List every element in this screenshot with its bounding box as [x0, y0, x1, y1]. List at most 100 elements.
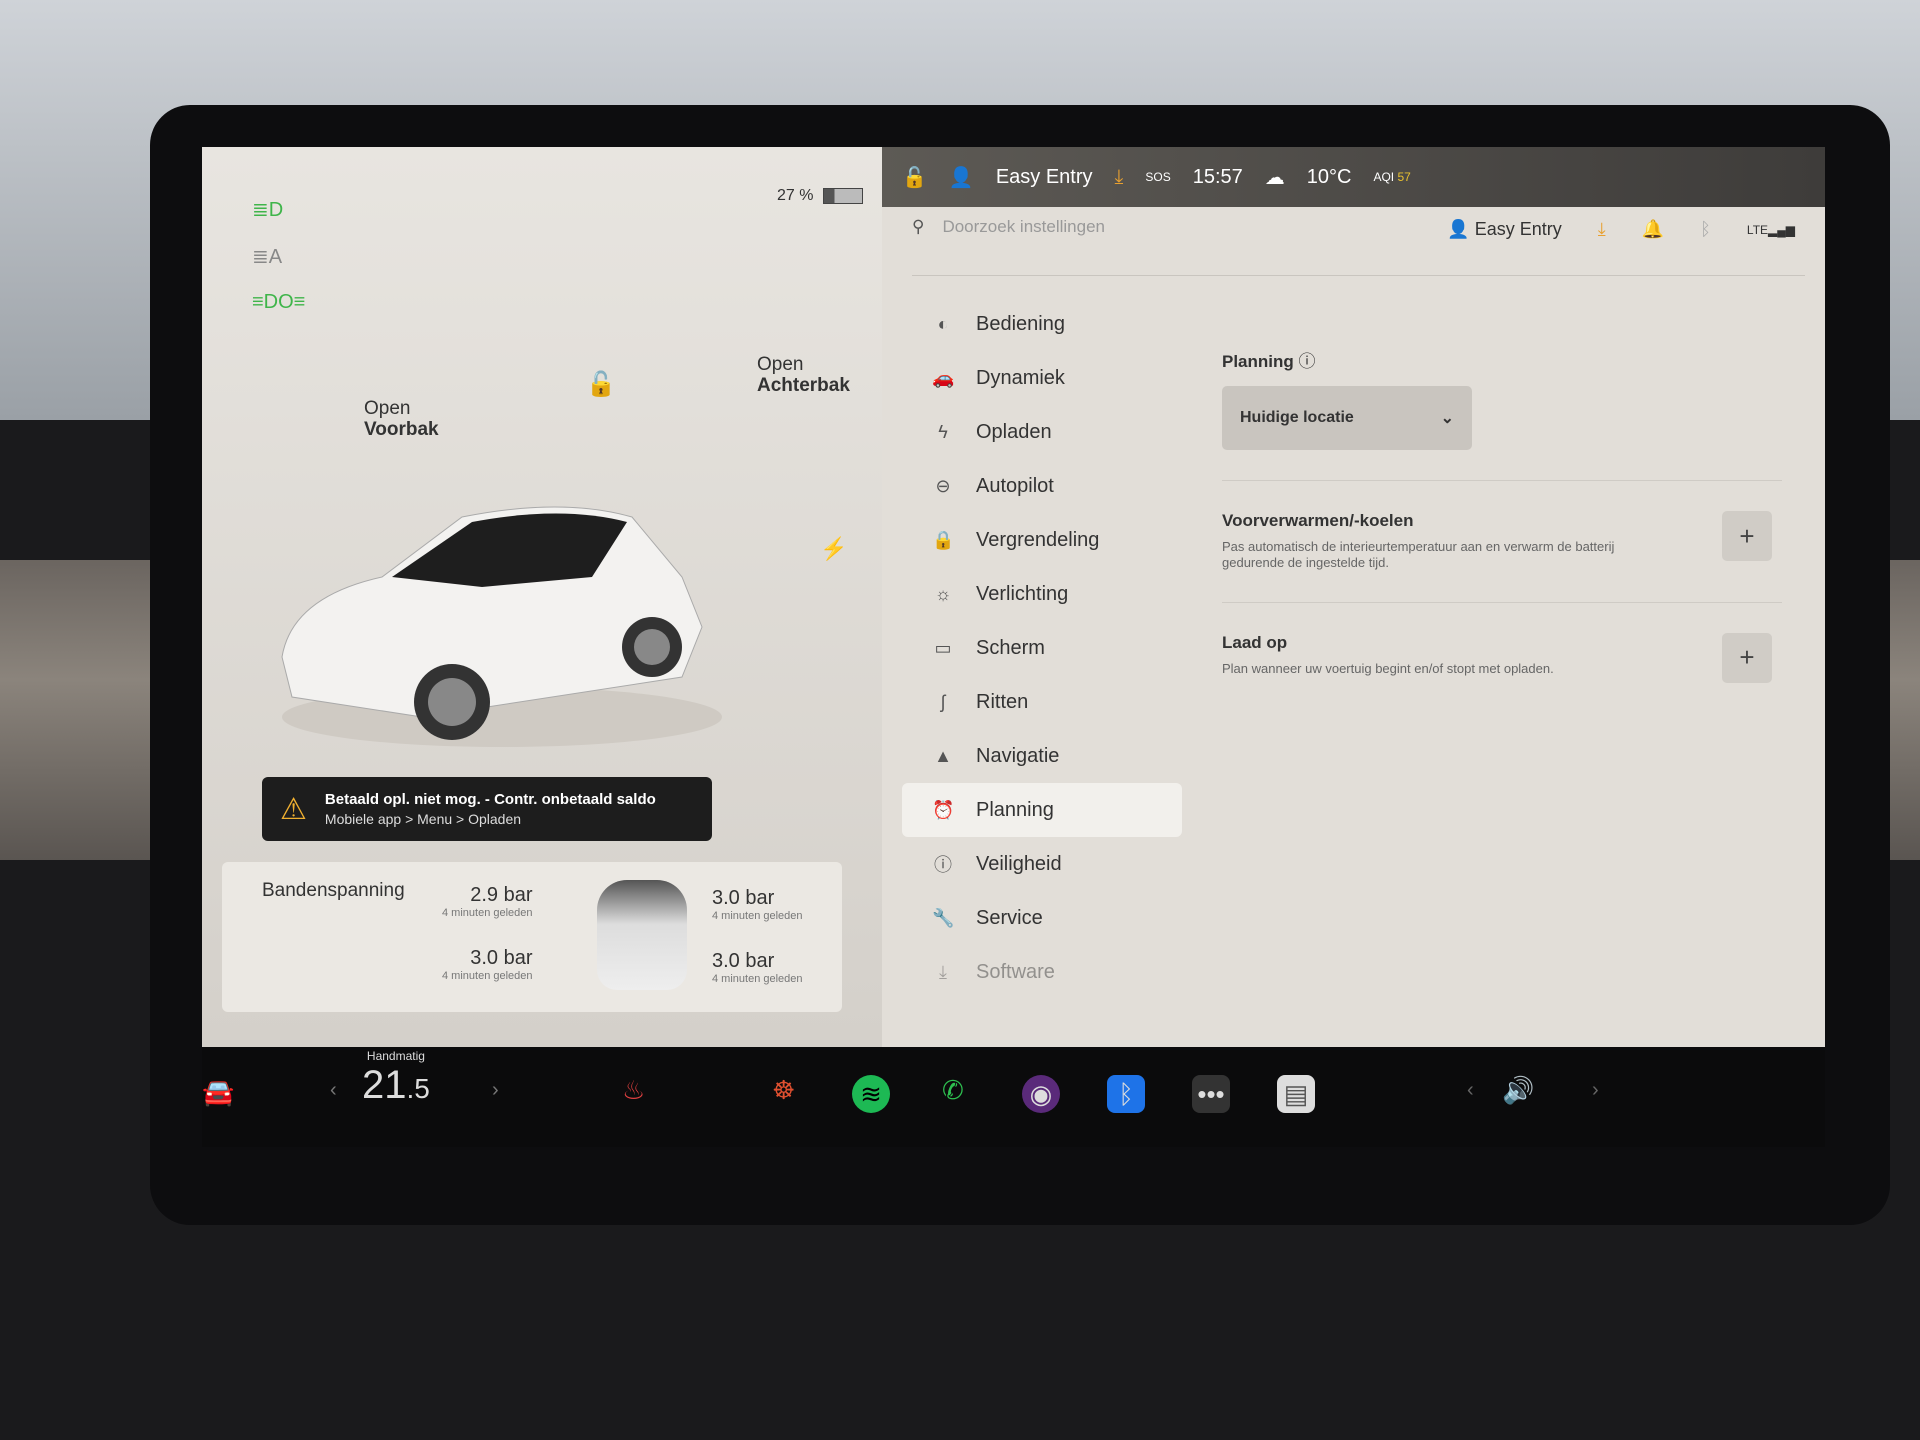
charge-port-icon[interactable]: ⚡ — [820, 536, 847, 561]
planning-heading: Planning ⓘ — [1222, 347, 1782, 372]
battery-icon — [823, 188, 864, 204]
display-icon: ▭ — [934, 637, 952, 658]
aqi-label: AQI — [1373, 170, 1395, 184]
precondition-title: Voorverwarmen/-koelen — [1222, 511, 1414, 530]
light-indicators: ≣D ≣A ≡DO≡ — [252, 197, 305, 314]
add-charge-button[interactable]: + — [1722, 632, 1772, 683]
menu-item-label: Vergrendeling — [976, 528, 1100, 551]
volume-up-chevron-icon[interactable]: › — [1592, 1079, 1599, 1102]
unlock-icon[interactable]: 🔓 — [586, 371, 616, 398]
bluetooth-icon[interactable]: ᛒ — [1700, 219, 1711, 240]
menu-item-ritten[interactable]: ʃ Ritten — [902, 675, 1182, 729]
status-bar: 🔓 👤 Easy Entry ⤓ SOS 15:57 ☁ 10°C AQI 57 — [882, 147, 1825, 207]
open-trunk-button[interactable]: Open Achterbak — [757, 354, 850, 397]
charging-alert[interactable]: ⚠ Betaald opl. niet mog. - Contr. onbeta… — [262, 777, 712, 841]
menu-item-label: Bediening — [976, 312, 1065, 335]
location-dropdown[interactable]: Huidige locatie ⌄ — [1222, 386, 1472, 450]
tire-value: 3.0 bar — [712, 950, 775, 972]
settings-search[interactable]: ⚲ Doorzoek instellingen — [912, 217, 1105, 237]
menu-item-opladen[interactable]: ϟ Opladen — [902, 405, 1182, 459]
car-image — [281, 506, 722, 747]
temp-down-chevron-icon[interactable]: ‹ — [330, 1079, 337, 1102]
menu-item-planning[interactable]: ⏰ Planning — [902, 783, 1182, 837]
lock-status-icon[interactable]: 🔓 — [902, 165, 927, 190]
tire-front-left: 2.9 bar 4 minuten geleden — [442, 884, 533, 919]
charge-desc: Plan wanneer uw voertuig begint en/of st… — [1222, 660, 1554, 676]
driver-profile-button[interactable]: 👤 Easy Entry — [1447, 219, 1561, 240]
trunk-open-label: Open — [757, 354, 804, 375]
menu-item-software[interactable]: ⤓ Software — [902, 945, 1182, 999]
bolt-icon: ϟ — [938, 421, 948, 442]
precondition-row: Voorverwarmen/-koelen Pas automatisch de… — [1222, 511, 1782, 572]
aqi-value: 57 — [1397, 170, 1411, 184]
camera-icon[interactable]: ◉ — [1022, 1075, 1060, 1113]
car-panel: ≣D ≣A ≡DO≡ 27 % Open Voorbak Open Achter… — [202, 147, 882, 1047]
tire-age: 4 minuten geleden — [442, 907, 533, 919]
battery-status: 27 % — [777, 187, 864, 205]
menu-item-dynamiek[interactable]: 🚗 Dynamiek — [902, 351, 1182, 405]
menu-item-navigatie[interactable]: ▲ Navigatie — [902, 729, 1182, 783]
trunk-label: Achterbak — [757, 374, 850, 396]
menu-item-service[interactable]: 🔧 Service — [902, 891, 1182, 945]
menu-item-label: Autopilot — [976, 474, 1054, 497]
volume-down-chevron-icon[interactable]: ‹ — [1467, 1079, 1474, 1102]
menu-item-bediening[interactable]: ◐ Bediening — [902, 297, 1182, 351]
location-value: Huidige locatie — [1240, 409, 1354, 426]
planning-content: Planning ⓘ Huidige locatie ⌄ Voorverwarm… — [1222, 347, 1782, 683]
settings-panel: 🔓 👤 Easy Entry ⤓ SOS 15:57 ☁ 10°C AQI 57… — [882, 147, 1825, 1047]
seat-heater-icon[interactable]: ♨ — [622, 1075, 645, 1106]
steering-heater-icon[interactable]: ☸ — [772, 1075, 795, 1106]
parking-lights-icon: ≡DO≡ — [252, 291, 306, 313]
menu-item-veiligheid[interactable]: ⓘ Veiligheid — [902, 837, 1182, 891]
menu-item-label: Planning — [976, 798, 1054, 821]
battery-percent: 27 % — [777, 187, 814, 204]
alert-subtitle: Mobiele app > Menu > Opladen — [324, 811, 522, 827]
navigation-icon: ▲ — [934, 745, 952, 766]
bell-icon[interactable]: 🔔 — [1642, 219, 1664, 240]
car-icon: 🚗 — [932, 367, 955, 388]
sun-icon: ☼ — [934, 583, 952, 604]
tire-age: 4 minuten geleden — [712, 973, 803, 985]
search-icon: ⚲ — [912, 217, 925, 236]
temp-up-chevron-icon[interactable]: › — [492, 1079, 499, 1102]
menu-item-vergrendeling[interactable]: 🔒 Vergrendeling — [902, 513, 1182, 567]
tire-front-right: 3.0 bar 4 minuten geleden — [712, 887, 803, 922]
menu-item-scherm[interactable]: ▭ Scherm — [902, 621, 1182, 675]
status-profile[interactable]: Easy Entry — [996, 166, 1093, 189]
tire-pressure-card[interactable]: Bandenspanning 2.9 bar 4 minuten geleden … — [222, 862, 842, 1012]
bottom-dock: 🚘 ‹ Handmatig 21.5 › ♨ ☸ ≋ ✆ ◉ ᛒ ••• ▤ ‹… — [202, 1047, 1825, 1147]
divider — [1222, 601, 1782, 603]
bluetooth-app-icon[interactable]: ᛒ — [1107, 1075, 1145, 1113]
volume-icon[interactable]: 🔊 — [1502, 1075, 1534, 1106]
more-apps-icon[interactable]: ••• — [1192, 1075, 1230, 1113]
info-circle-icon: ⓘ — [934, 855, 952, 875]
download-icon: ⤓ — [939, 961, 947, 982]
tire-age: 4 minuten geleden — [442, 970, 533, 982]
tire-rear-right: 3.0 bar 4 minuten geleden — [712, 950, 803, 985]
tire-value: 3.0 bar — [712, 887, 775, 909]
header-actions: 👤 Easy Entry ⤓ 🔔 ᛒ LTE▂▄▆ — [1447, 219, 1795, 240]
menu-item-verlichting[interactable]: ☼ Verlichting — [902, 567, 1182, 621]
menu-item-autopilot[interactable]: ⊖ Autopilot — [902, 459, 1182, 513]
download-icon[interactable]: ⤓ — [1115, 166, 1124, 189]
climate-mode: Handmatig — [366, 1049, 425, 1063]
phone-icon[interactable]: ✆ — [942, 1075, 964, 1106]
menu-item-label: Opladen — [976, 420, 1052, 443]
menu-item-label: Ritten — [976, 690, 1029, 713]
add-precondition-button[interactable]: + — [1722, 511, 1772, 561]
car-icon[interactable]: 🚘 — [202, 1077, 234, 1108]
temp-whole: 21 — [362, 1063, 407, 1107]
climate-control[interactable]: Handmatig 21.5 — [362, 1049, 430, 1108]
plus-icon: + — [1739, 642, 1755, 672]
profile-icon: 👤 — [1447, 219, 1470, 239]
info-icon[interactable]: ⓘ — [1299, 352, 1316, 371]
download-icon[interactable]: ⤓ — [1598, 219, 1606, 240]
chevron-down-icon: ⌄ — [1440, 410, 1454, 427]
sos-button[interactable]: SOS — [1145, 170, 1170, 184]
charge-row: Laad op Plan wanneer uw voertuig begint … — [1222, 632, 1782, 683]
calendar-icon[interactable]: ▤ — [1277, 1075, 1315, 1113]
spotify-icon[interactable]: ≋ — [852, 1075, 890, 1113]
open-frunk-button[interactable]: Open Voorbak — [364, 398, 439, 441]
search-input[interactable]: Doorzoek instellingen — [942, 217, 1105, 237]
charge-title: Laad op — [1222, 632, 1288, 652]
